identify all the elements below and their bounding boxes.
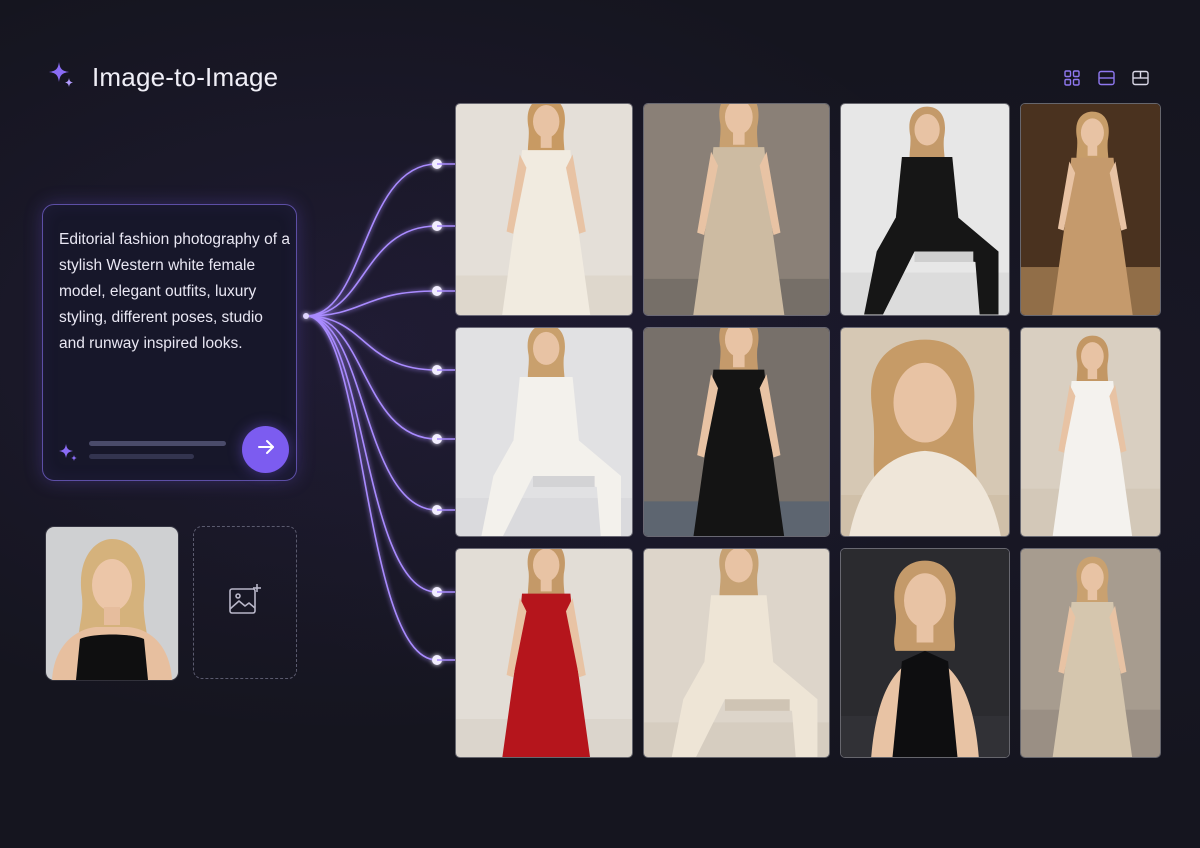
result-trench-sunglasses[interactable] xyxy=(1020,548,1161,758)
result-knit-portrait[interactable] xyxy=(840,327,1010,537)
prompt-progress-bar xyxy=(89,441,226,446)
add-image-icon xyxy=(227,582,263,623)
connector-line xyxy=(305,315,438,593)
result-gold-gown-runway[interactable] xyxy=(1020,103,1161,316)
result-leather-jacket-street[interactable] xyxy=(643,327,830,537)
result-photo xyxy=(644,549,829,757)
result-photo xyxy=(456,104,632,315)
prompt-card: Editorial fashion photography of a styli… xyxy=(42,204,297,481)
magic-sparkle-icon[interactable] xyxy=(57,441,79,468)
prompt-progress-bar-secondary xyxy=(89,454,194,459)
portrait-photo xyxy=(46,527,178,680)
connector-line xyxy=(305,225,438,317)
result-photo xyxy=(841,549,1009,757)
add-image-slot[interactable] xyxy=(193,526,297,679)
result-photo xyxy=(456,549,632,757)
connector-line xyxy=(305,163,438,317)
reference-photo[interactable] xyxy=(45,526,179,681)
result-cream-suit-seated[interactable] xyxy=(643,548,830,758)
arrow-right-icon xyxy=(255,436,277,463)
result-photo xyxy=(1021,104,1160,315)
connector-line xyxy=(305,315,438,440)
result-photo xyxy=(841,328,1009,536)
result-photo xyxy=(1021,328,1160,536)
result-photo xyxy=(644,104,829,315)
result-red-gown[interactable] xyxy=(455,548,633,758)
result-photo xyxy=(841,104,1009,315)
result-white-suit-seated[interactable] xyxy=(455,327,633,537)
result-black-halter[interactable] xyxy=(840,548,1010,758)
send-button[interactable] xyxy=(242,426,289,473)
result-photo xyxy=(1021,549,1160,757)
results-grid xyxy=(455,103,1163,758)
connector-origin xyxy=(303,313,309,319)
connector-line xyxy=(305,315,438,661)
result-photo xyxy=(456,328,632,536)
result-black-suit[interactable] xyxy=(840,103,1010,316)
result-photo xyxy=(644,328,829,536)
result-white-bustier[interactable] xyxy=(1020,327,1161,537)
result-white-dress[interactable] xyxy=(455,103,633,316)
result-trench-street[interactable] xyxy=(643,103,830,316)
prompt-text[interactable]: Editorial fashion photography of a styli… xyxy=(59,227,291,357)
